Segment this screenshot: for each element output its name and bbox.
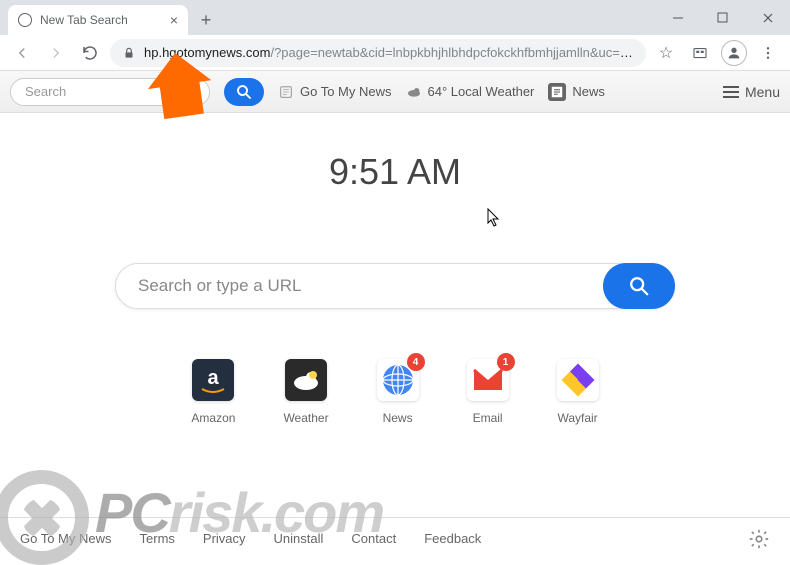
- svg-text:a: a: [208, 367, 220, 389]
- browser-tab[interactable]: New Tab Search ×: [8, 5, 188, 35]
- go-to-my-news-link[interactable]: Go To My News: [278, 84, 392, 100]
- bookmark-star-button[interactable]: ☆: [652, 39, 680, 67]
- shortcut-tiles: a Amazon Weather 4 News 1 Email: [0, 359, 790, 425]
- main-search-input[interactable]: Search or type a URL: [116, 276, 603, 296]
- search-icon: [628, 275, 650, 297]
- url-text: hp.hgotomynews.com/?page=newtab&cid=lnbp…: [144, 45, 634, 60]
- notification-badge: 4: [407, 353, 425, 371]
- browser-titlebar: New Tab Search × +: [0, 0, 790, 35]
- tile-label: News: [383, 411, 413, 425]
- ext-menu-button[interactable]: Menu: [723, 84, 780, 100]
- tile-label: Amazon: [191, 411, 235, 425]
- tile-amazon[interactable]: a Amazon: [191, 359, 235, 425]
- new-tab-button[interactable]: +: [192, 6, 220, 34]
- menu-label: Menu: [745, 84, 780, 100]
- minimize-button[interactable]: [655, 3, 700, 33]
- notification-badge: 1: [497, 353, 515, 371]
- settings-gear-icon[interactable]: [748, 528, 770, 550]
- page-content: 9:51 AM Search or type a URL a Amazon We…: [0, 113, 790, 425]
- footer-terms-link[interactable]: Terms: [140, 531, 175, 546]
- footer-uninstall-link[interactable]: Uninstall: [274, 531, 324, 546]
- wayfair-icon: [557, 359, 599, 401]
- extension-toolbar: Search Go To My News 64° Local Weather N…: [0, 71, 790, 113]
- lock-icon: [122, 46, 136, 60]
- back-button[interactable]: [8, 39, 36, 67]
- ext-link-label: Go To My News: [300, 84, 392, 99]
- extension-icon[interactable]: [686, 39, 714, 67]
- tab-close-button[interactable]: ×: [170, 12, 178, 28]
- tile-news[interactable]: 4 News: [377, 359, 419, 425]
- search-icon: [235, 83, 253, 101]
- hamburger-icon: [723, 86, 739, 98]
- footer-contact-link[interactable]: Contact: [351, 531, 396, 546]
- reload-button[interactable]: [76, 39, 104, 67]
- tile-weather[interactable]: Weather: [283, 359, 328, 425]
- clock-display: 9:51 AM: [0, 151, 790, 193]
- forward-button[interactable]: [42, 39, 70, 67]
- main-search-button[interactable]: [603, 263, 675, 309]
- weather-tile-icon: [285, 359, 327, 401]
- tile-label: Weather: [283, 411, 328, 425]
- tile-email[interactable]: 1 Email: [467, 359, 509, 425]
- ext-link-label: News: [572, 84, 605, 99]
- cursor-icon: [487, 208, 501, 233]
- globe-icon: 4: [377, 359, 419, 401]
- search-icon: [18, 13, 32, 27]
- address-bar[interactable]: hp.hgotomynews.com/?page=newtab&cid=lnbp…: [110, 39, 646, 67]
- tile-wayfair[interactable]: Wayfair: [557, 359, 599, 425]
- ext-search-input[interactable]: Search: [10, 78, 210, 106]
- tab-title: New Tab Search: [40, 13, 128, 27]
- gmail-icon: 1: [467, 359, 509, 401]
- amazon-icon: a: [192, 359, 234, 401]
- footer-feedback-link[interactable]: Feedback: [424, 531, 481, 546]
- footer-brand[interactable]: Go To My News: [20, 531, 112, 546]
- profile-button[interactable]: [720, 39, 748, 67]
- news-link[interactable]: News: [548, 83, 605, 101]
- window-controls: [655, 0, 790, 35]
- tile-label: Email: [473, 411, 503, 425]
- weather-icon: [406, 84, 422, 100]
- tile-label: Wayfair: [557, 411, 597, 425]
- ext-link-label: 64° Local Weather: [428, 84, 535, 99]
- browser-toolbar: hp.hgotomynews.com/?page=newtab&cid=lnbp…: [0, 35, 790, 71]
- main-search-bar[interactable]: Search or type a URL: [115, 263, 675, 309]
- kebab-menu-button[interactable]: [754, 39, 782, 67]
- footer-privacy-link[interactable]: Privacy: [203, 531, 246, 546]
- ext-search-button[interactable]: [224, 78, 264, 106]
- close-window-button[interactable]: [745, 3, 790, 33]
- local-weather-link[interactable]: 64° Local Weather: [406, 84, 535, 100]
- avatar-icon: [721, 40, 747, 66]
- news-page-icon: [278, 84, 294, 100]
- maximize-button[interactable]: [700, 3, 745, 33]
- page-footer: Go To My News Terms Privacy Uninstall Co…: [0, 517, 790, 559]
- newspaper-icon: [548, 83, 566, 101]
